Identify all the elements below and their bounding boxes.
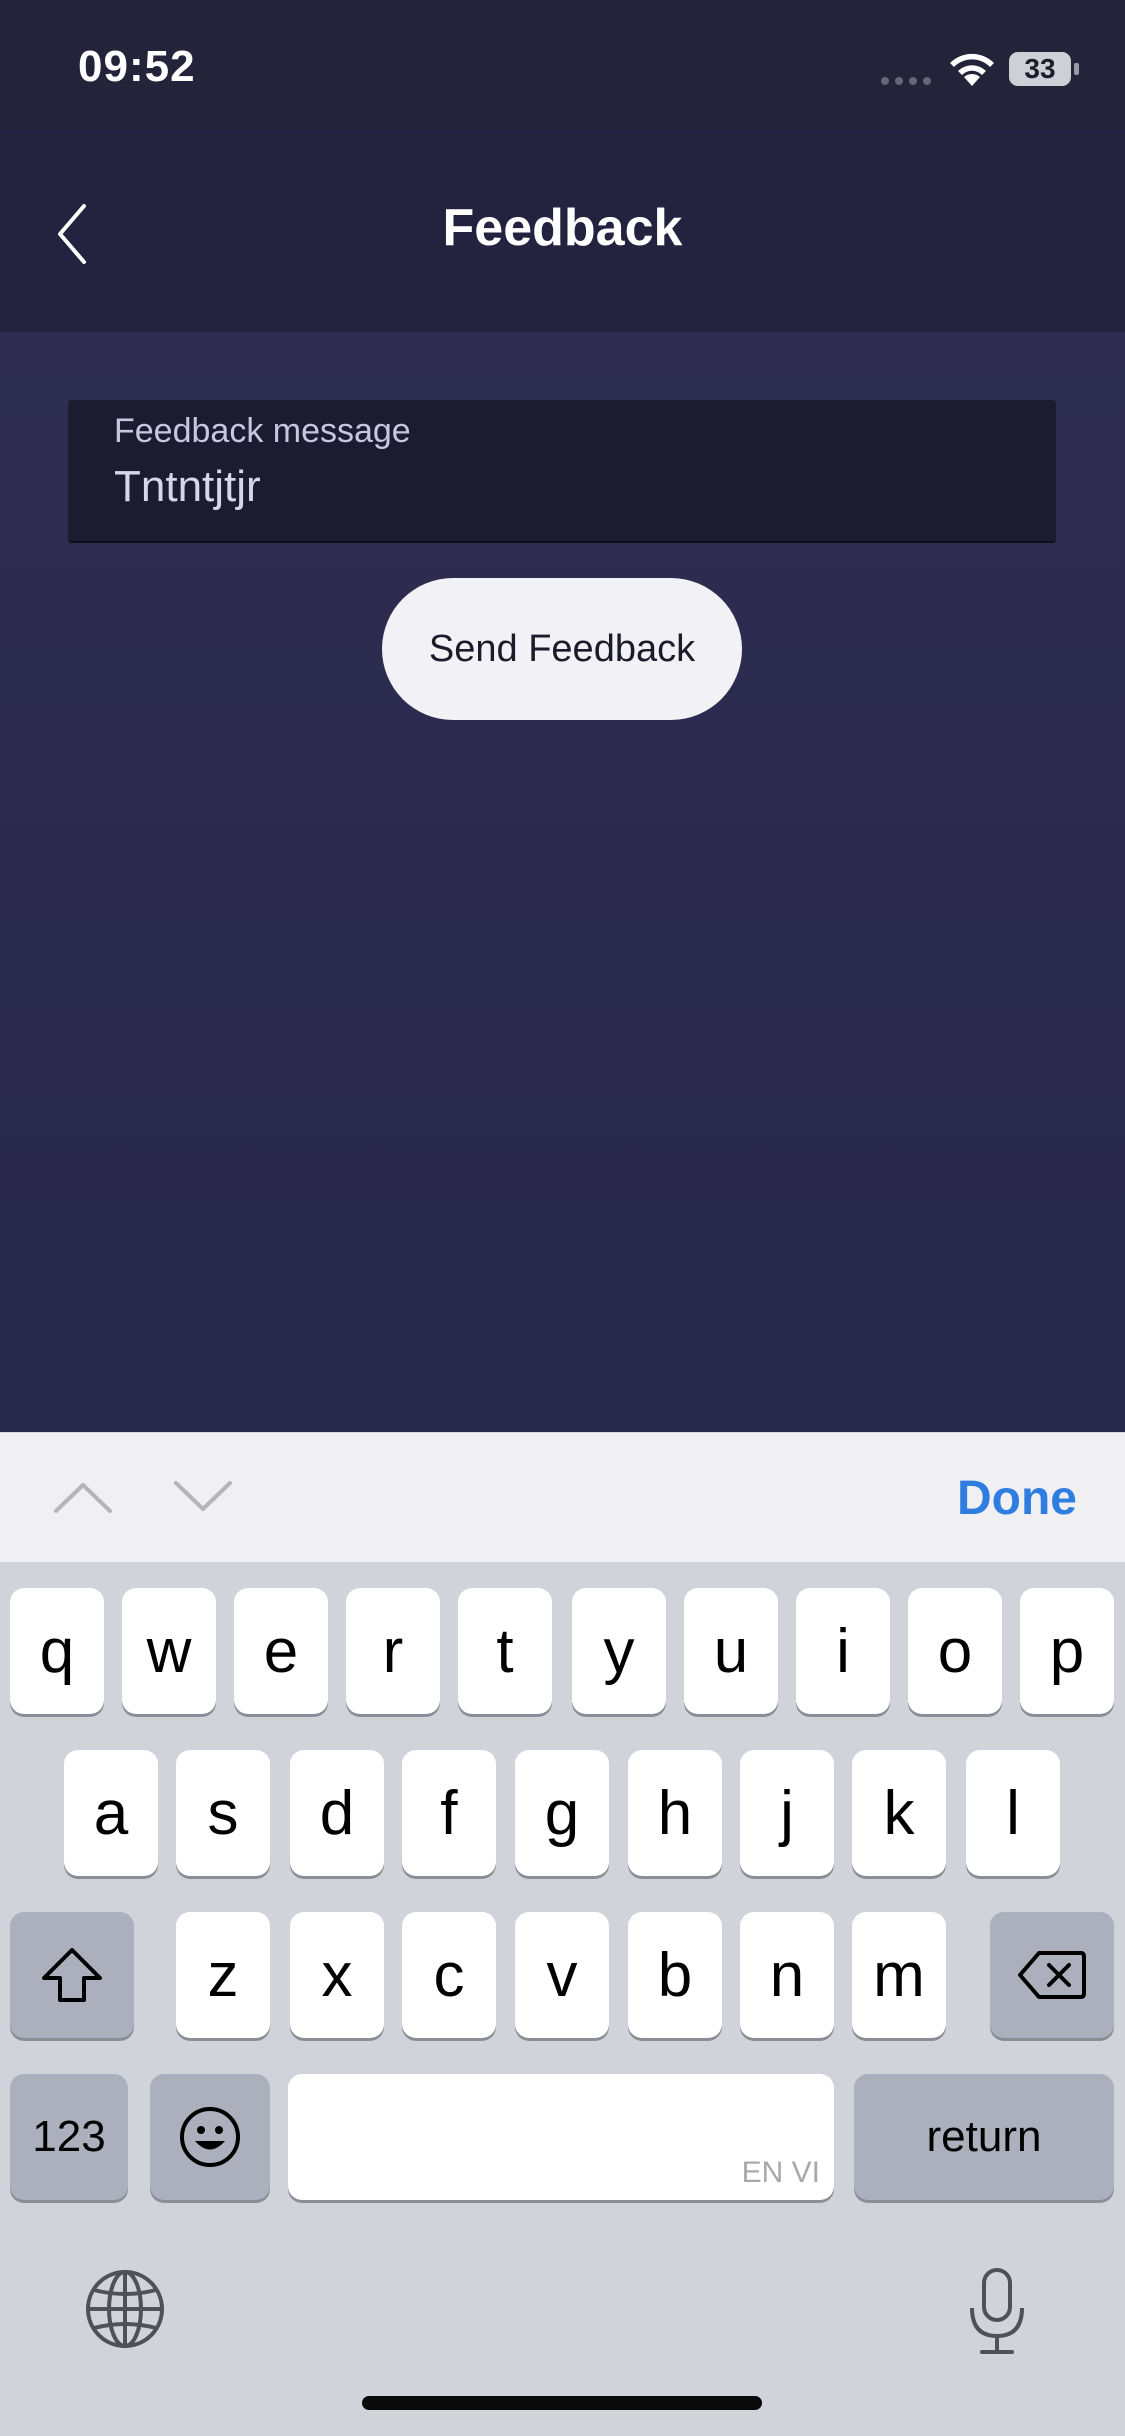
battery-level: 33 (1024, 53, 1056, 84)
key-g[interactable]: g (515, 1750, 609, 1876)
key-m[interactable]: m (852, 1912, 946, 2038)
key-c[interactable]: c (402, 1912, 496, 2038)
next-field-chevron-down-icon[interactable] (172, 1477, 234, 1517)
home-indicator (362, 2396, 762, 2410)
key-y[interactable]: y (572, 1588, 666, 1714)
wifi-icon (950, 53, 994, 86)
key-h[interactable]: h (628, 1750, 722, 1876)
key-o[interactable]: o (908, 1588, 1002, 1714)
return-key[interactable]: return (854, 2074, 1114, 2200)
shift-icon (42, 1948, 102, 2002)
status-bar: 09:52 33 (0, 0, 1125, 130)
key-u[interactable]: u (684, 1588, 778, 1714)
key-k[interactable]: k (852, 1750, 946, 1876)
key-s[interactable]: s (176, 1750, 270, 1876)
key-f[interactable]: f (402, 1750, 496, 1876)
space-key-languages: EN VI (741, 2156, 820, 2189)
numbers-key[interactable]: 123 (10, 2074, 128, 2200)
emoji-key[interactable] (150, 2074, 270, 2200)
key-l[interactable]: l (966, 1750, 1060, 1876)
key-v[interactable]: v (515, 1912, 609, 2038)
globe-icon[interactable] (84, 2268, 166, 2350)
cellular-signal-icon (881, 77, 931, 85)
key-x[interactable]: x (290, 1912, 384, 2038)
key-t[interactable]: t (458, 1588, 552, 1714)
nav-bar: Feedback (0, 130, 1125, 332)
emoji-icon (180, 2107, 240, 2167)
microphone-icon[interactable] (966, 2266, 1028, 2358)
key-i[interactable]: i (796, 1588, 890, 1714)
previous-field-chevron-up-icon[interactable] (52, 1477, 114, 1517)
send-feedback-button[interactable]: Send Feedback (382, 578, 742, 720)
space-key[interactable]: EN VI (288, 2074, 834, 2200)
feedback-message-field[interactable]: Feedback message Tntntjtjr (68, 400, 1056, 543)
return-key-label: return (926, 2112, 1042, 2161)
status-time: 09:52 (78, 42, 196, 91)
key-r[interactable]: r (346, 1588, 440, 1714)
delete-key[interactable] (990, 1912, 1114, 2038)
key-p[interactable]: p (1020, 1588, 1114, 1714)
feedback-message-input[interactable]: Tntntjtjr (114, 462, 1014, 512)
key-a[interactable]: a (64, 1750, 158, 1876)
key-d[interactable]: d (290, 1750, 384, 1876)
numbers-key-label: 123 (32, 2112, 106, 2161)
keyboard-accessory-bar: Done (0, 1432, 1125, 1562)
feedback-content: Feedback message Tntntjtjr Send Feedback (0, 332, 1125, 1432)
key-q[interactable]: q (10, 1588, 104, 1714)
key-j[interactable]: j (740, 1750, 834, 1876)
key-b[interactable]: b (628, 1912, 722, 2038)
backspace-icon (1018, 1951, 1086, 1999)
shift-key[interactable] (10, 1912, 134, 2038)
done-button[interactable]: Done (957, 1471, 1077, 1526)
key-e[interactable]: e (234, 1588, 328, 1714)
key-z[interactable]: z (176, 1912, 270, 2038)
keyboard: q w e r t y u i o p a s d f g h j k l z … (0, 1562, 1125, 2436)
page-title: Feedback (442, 199, 683, 257)
feedback-message-label: Feedback message (114, 412, 411, 450)
key-n[interactable]: n (740, 1912, 834, 2038)
key-w[interactable]: w (122, 1588, 216, 1714)
